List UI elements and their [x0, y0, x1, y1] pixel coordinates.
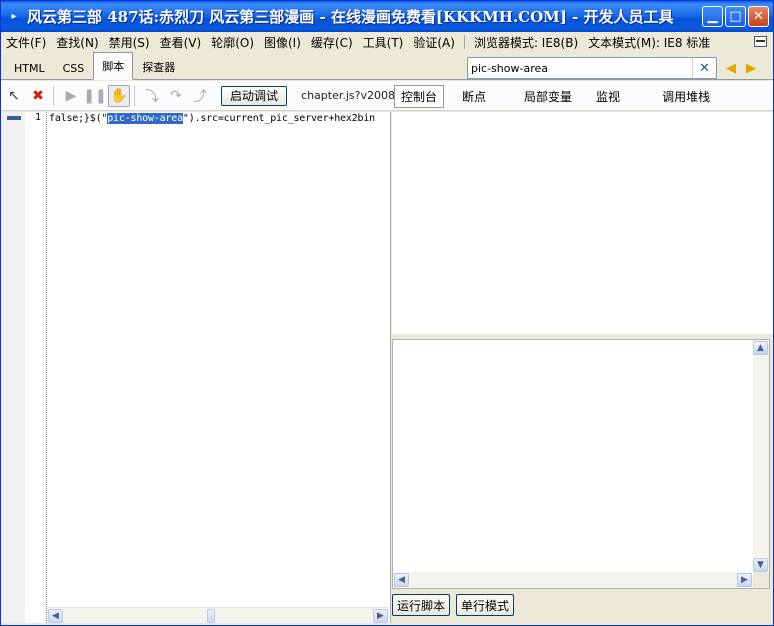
window-title: 风云第三部 487话:赤烈刀 风云第三部漫画 - 在线漫画免费看[KKKMH.C…	[27, 8, 674, 26]
step-over-icon[interactable]: ↷	[165, 85, 187, 107]
code-after: ").src=current_pic_server+hex2bin	[182, 113, 375, 124]
search-input[interactable]	[468, 58, 692, 78]
menu-validate[interactable]: 验证(A)	[408, 34, 460, 51]
tab-call-stack[interactable]: 调用堆栈	[656, 86, 716, 107]
maximize-button[interactable]: □	[725, 6, 746, 27]
main-tabs: HTML CSS 脚本 探查器	[5, 52, 184, 80]
maximize-icon: □	[729, 9, 742, 24]
breakpoint-gutter[interactable]	[1, 112, 25, 623]
start-debugging-button[interactable]: 启动调试	[221, 85, 288, 106]
search-nav: ◀ ▶	[723, 60, 759, 76]
scroll-right-icon[interactable]: ▶	[373, 609, 388, 623]
menu-separator	[463, 35, 465, 49]
devtools-window: ▸ 风云第三部 487话:赤烈刀 风云第三部漫画 - 在线漫画免费看[KKKMH…	[0, 0, 774, 626]
app-icon: ▸	[11, 11, 17, 22]
window-controls: ▁ □ ✕	[702, 6, 769, 27]
tab-script[interactable]: 脚本	[93, 52, 134, 80]
menu-outline[interactable]: 轮廓(O)	[206, 34, 259, 51]
script-file-select[interactable]: chapter.js?v2008	[301, 89, 395, 102]
previous-result-icon[interactable]: ◀	[723, 60, 739, 76]
scroll-down-icon[interactable]: ▼	[753, 558, 768, 572]
step-into-icon[interactable]: ⤵	[141, 85, 163, 107]
select-element-icon[interactable]: ↖	[3, 85, 25, 107]
search-highlight: pic-show-area	[107, 113, 183, 124]
gutter-divider	[46, 112, 47, 623]
minimize-icon: ▁	[707, 9, 718, 24]
menu-find[interactable]: 查找(N)	[51, 34, 103, 51]
tab-html[interactable]: HTML	[5, 58, 54, 80]
tab-css[interactable]: CSS	[54, 58, 94, 80]
tab-profiler[interactable]: 探查器	[133, 55, 184, 80]
next-result-icon[interactable]: ▶	[743, 60, 759, 76]
console-input[interactable]: ▲ ▼ ◀ ▶	[392, 339, 770, 589]
menu-images[interactable]: 图像(I)	[259, 34, 306, 51]
menu-view[interactable]: 查看(V)	[155, 34, 207, 51]
console-buttons: 运行脚本 单行模式	[392, 594, 515, 616]
step-out-icon[interactable]: ⤴	[189, 85, 211, 107]
tab-locals[interactable]: 局部变量	[518, 86, 578, 107]
toolbar-separator	[134, 85, 135, 106]
current-line-marker	[7, 116, 21, 120]
search-box: ✕	[467, 57, 717, 79]
minimize-button[interactable]: ▁	[702, 6, 723, 27]
code-line[interactable]: false;}$("pic-show-area").src=current_pi…	[49, 113, 375, 124]
right-panel-tabs: 控制台 断点 局部变量 监视 调用堆栈	[394, 85, 716, 108]
clear-search-icon[interactable]: ✕	[692, 58, 716, 78]
menu-cache[interactable]: 缓存(C)	[306, 34, 358, 51]
menu-document-mode[interactable]: 文本模式(M): IE8 标准	[583, 34, 715, 51]
line-number: 1	[34, 112, 41, 123]
scroll-up-icon[interactable]: ▲	[753, 341, 768, 355]
code-before: false;}$("	[49, 113, 108, 124]
horizontal-scrollbar[interactable]: ◀ ▶	[393, 572, 753, 588]
toolbar-separator	[53, 85, 54, 106]
menu-file[interactable]: 文件(F)	[1, 34, 51, 51]
clear-browser-icon[interactable]: ✖	[27, 85, 49, 107]
scroll-left-icon[interactable]: ◀	[48, 609, 63, 623]
tab-console[interactable]: 控制台	[394, 85, 445, 108]
scroll-left-icon[interactable]: ◀	[394, 573, 409, 587]
vertical-scrollbar[interactable]: ▲ ▼	[753, 340, 769, 573]
dock-icon[interactable]	[754, 36, 767, 47]
single-line-mode-button[interactable]: 单行模式	[456, 594, 515, 616]
scroll-corner	[753, 572, 769, 588]
scroll-thumb[interactable]	[207, 609, 215, 623]
break-on-error-icon[interactable]: ✋	[108, 84, 130, 107]
run-script-button[interactable]: 运行脚本	[392, 594, 451, 616]
horizontal-scrollbar[interactable]: ◀ ▶	[47, 607, 389, 623]
tab-breakpoints[interactable]: 断点	[456, 86, 492, 107]
console-output[interactable]	[392, 112, 773, 334]
menu-browser-mode[interactable]: 浏览器模式: IE8(B)	[469, 34, 583, 51]
menu-tools[interactable]: 工具(T)	[358, 34, 409, 51]
break-all-icon[interactable]: ❚❚	[83, 85, 106, 107]
close-button[interactable]: ✕	[748, 6, 769, 27]
main-tabs-row: HTML CSS 脚本 探查器 ✕ ◀ ▶	[1, 52, 773, 80]
script-toolbar: ↖ ✖ ▶ ❚❚ ✋ ⤵ ↷ ⤴ 启动调试 chapter.js?v2008 控…	[1, 81, 773, 111]
close-icon: ✕	[753, 9, 764, 24]
tab-watch[interactable]: 监视	[590, 86, 626, 107]
title-bar[interactable]: ▸ 风云第三部 487话:赤烈刀 风云第三部漫画 - 在线漫画免费看[KKKMH…	[1, 1, 773, 32]
menu-disable[interactable]: 禁用(S)	[104, 34, 155, 51]
continue-icon[interactable]: ▶	[60, 85, 82, 107]
menu-bar: 文件(F) 查找(N) 禁用(S) 查看(V) 轮廓(O) 图像(I) 缓存(C…	[1, 32, 773, 52]
script-source-panel[interactable]: 1 false;}$("pic-show-area").src=current_…	[1, 112, 391, 623]
scroll-right-icon[interactable]: ▶	[737, 573, 752, 587]
